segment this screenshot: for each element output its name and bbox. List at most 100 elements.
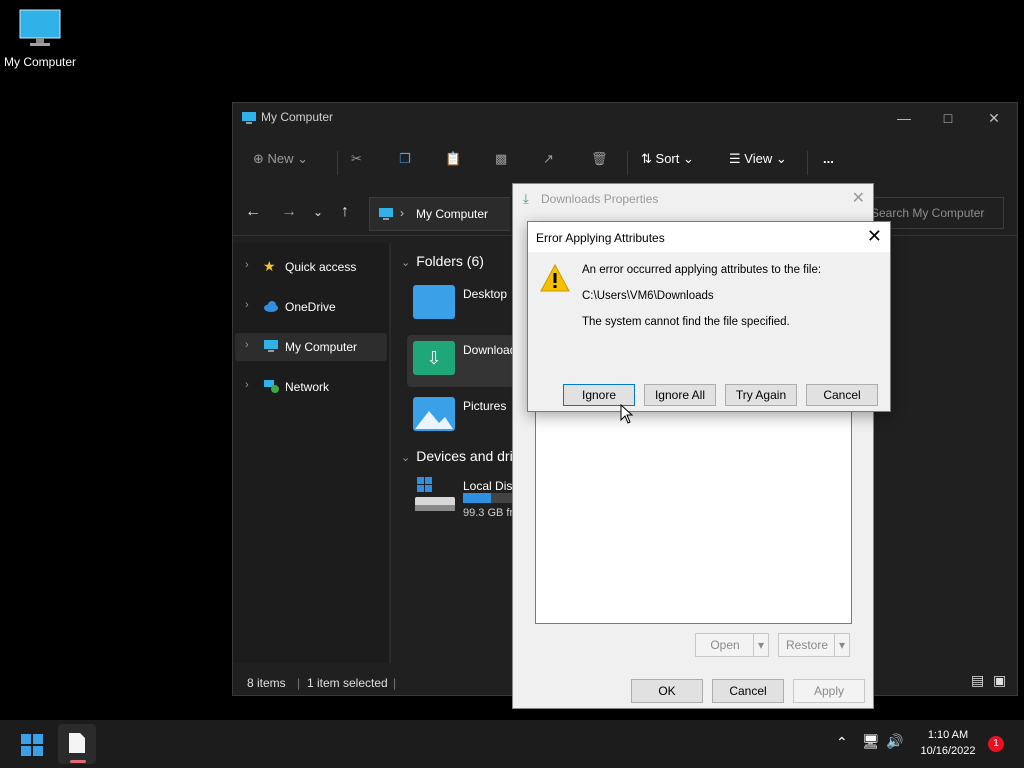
sidebar-item-label: OneDrive — [285, 300, 336, 314]
folder-downloads[interactable]: ⇩ Downloads — [407, 335, 522, 387]
sidebar-item-label: My Computer — [285, 340, 358, 354]
desktop-icon-label: My Computer — [3, 55, 77, 69]
windows-start-icon[interactable] — [20, 733, 44, 757]
group-title: Folders (6) — [416, 253, 484, 269]
details-view-icon[interactable]: ▤ — [971, 672, 984, 689]
toolbar-divider — [807, 151, 808, 175]
address-bar[interactable]: › My Computer — [369, 197, 510, 231]
chevron-down-icon: ⌄ — [401, 452, 411, 464]
sidebar-item-network[interactable]: › Network — [235, 373, 387, 401]
star-icon: ★ — [263, 258, 276, 274]
notification-badge[interactable]: 1 — [988, 736, 1004, 752]
warning-icon — [540, 264, 570, 292]
pictures-folder-icon — [413, 397, 455, 431]
maximize-button[interactable]: □ — [933, 107, 963, 129]
delete-icon[interactable]: 🗑 — [591, 151, 608, 167]
folder-label: Pictures — [463, 399, 507, 413]
error-detail: The system cannot find the file specifie… — [582, 316, 790, 328]
cut-icon[interactable]: ✂ — [351, 151, 362, 167]
cancel-button[interactable]: Cancel — [712, 679, 784, 703]
ignore-button[interactable]: Ignore — [563, 384, 635, 406]
breadcrumb: My Computer — [416, 207, 489, 221]
rename-icon[interactable]: ▩ — [495, 151, 507, 167]
chevron-right-icon[interactable]: › — [245, 299, 249, 311]
folder-desktop[interactable]: Desktop — [407, 279, 517, 331]
monitor-icon — [379, 208, 393, 220]
close-icon[interactable]: ✕ — [852, 188, 865, 208]
recent-chevron-icon[interactable]: ⌄ — [313, 205, 323, 219]
chevron-down-icon: ⌄ — [401, 257, 411, 269]
sidebar-item-quick-access[interactable]: › ★ Quick access — [235, 253, 387, 281]
sidebar-item-my-computer[interactable]: › My Computer — [235, 333, 387, 361]
tiles-view-icon[interactable]: ▣ — [993, 672, 1006, 689]
more-options-button[interactable]: ... — [823, 151, 834, 166]
share-icon[interactable]: ↗ — [543, 151, 554, 167]
new-button[interactable]: ⊕ New ⌄ — [253, 151, 308, 167]
status-divider: | — [297, 676, 301, 690]
open-dropdown-icon[interactable]: ▾ — [753, 633, 769, 657]
pane-splitter[interactable] — [389, 243, 391, 663]
desktop-icon-my-computer[interactable]: My Computer — [0, 8, 80, 69]
taskbar-app-file[interactable] — [58, 724, 96, 764]
error-dialog-titlebar[interactable]: Error Applying Attributes ✕ — [528, 222, 890, 252]
back-arrow-icon[interactable]: ← — [245, 203, 261, 221]
network-icon — [264, 380, 279, 393]
error-file-path: C:\Users\VM6\Downloads — [582, 290, 714, 302]
search-placeholder: Search My Computer — [871, 206, 985, 220]
toolbar-divider — [627, 151, 628, 175]
apply-button[interactable]: Apply — [793, 679, 865, 703]
drive-usage-bar — [463, 493, 513, 503]
restore-button[interactable]: Restore — [778, 633, 836, 657]
plus-circle-icon: ⊕ — [253, 151, 264, 166]
open-button[interactable]: Open — [695, 633, 755, 657]
clock-time: 1:10 AM — [927, 729, 969, 741]
taskbar: ⌃ 🖥 🔊 1:10 AM 10/16/2022 1 — [0, 720, 1024, 768]
monitor-icon — [19, 9, 61, 46]
up-arrow-icon[interactable]: ↑ — [341, 203, 349, 221]
sidebar-item-label: Quick access — [285, 260, 357, 274]
clock[interactable]: 1:10 AM 10/16/2022 — [908, 727, 988, 759]
folder-pictures[interactable]: Pictures — [407, 391, 517, 443]
drive-icon — [415, 477, 455, 511]
try-again-button[interactable]: Try Again — [725, 384, 797, 406]
chevron-right-icon[interactable]: › — [245, 339, 249, 351]
folder-label: Desktop — [463, 287, 508, 301]
chevron-up-icon[interactable]: ⌃ — [836, 734, 848, 751]
explorer-title: My Computer — [261, 110, 334, 124]
sidebar-item-onedrive[interactable]: › OneDrive — [235, 293, 387, 321]
ok-button[interactable]: OK — [631, 679, 703, 703]
minimize-button[interactable]: — — [889, 107, 919, 129]
ignore-all-button[interactable]: Ignore All — [644, 384, 716, 406]
copy-icon[interactable]: ❐ — [399, 151, 411, 167]
forward-arrow-icon[interactable]: → — [281, 203, 297, 221]
monitor-icon — [242, 112, 256, 124]
item-count: 8 items — [247, 676, 286, 690]
paste-icon[interactable]: 📋 — [445, 151, 461, 167]
network-status-icon[interactable]: 🖥 — [862, 733, 880, 750]
close-icon[interactable]: ✕ — [867, 226, 882, 247]
properties-list[interactable] — [535, 404, 852, 624]
open-label: Open — [710, 638, 740, 652]
volume-icon[interactable]: 🔊 — [886, 733, 903, 750]
chevron-right-icon[interactable]: › — [245, 379, 249, 391]
error-dialog-title: Error Applying Attributes — [536, 231, 665, 245]
sort-label: Sort — [655, 151, 680, 166]
sort-button[interactable]: ⇅ Sort ⌄ — [641, 151, 694, 167]
mouse-cursor-icon — [620, 404, 634, 424]
properties-title: Downloads Properties — [541, 192, 659, 206]
new-label: New — [267, 151, 294, 166]
view-button[interactable]: ☰ View ⌄ — [729, 151, 787, 167]
folders-group-header[interactable]: ⌄ Folders (6) — [401, 253, 484, 269]
close-button[interactable]: ✕ — [979, 107, 1009, 129]
chevron-right-icon[interactable]: › — [245, 259, 249, 271]
navigation-pane: › ★ Quick access › OneDrive › My Compute… — [233, 243, 389, 663]
restore-dropdown-icon[interactable]: ▾ — [834, 633, 850, 657]
view-label: View — [744, 151, 773, 166]
sidebar-item-label: Network — [285, 380, 330, 394]
cancel-button[interactable]: Cancel — [806, 384, 878, 406]
status-divider: | — [393, 676, 397, 690]
drive-local-disk[interactable]: Local Disk (C:) 99.3 GB free — [407, 471, 542, 531]
explorer-titlebar[interactable]: My Computer — □ ✕ — [233, 103, 1017, 133]
monitor-icon — [264, 340, 278, 352]
view-icon: ☰ — [729, 151, 741, 166]
